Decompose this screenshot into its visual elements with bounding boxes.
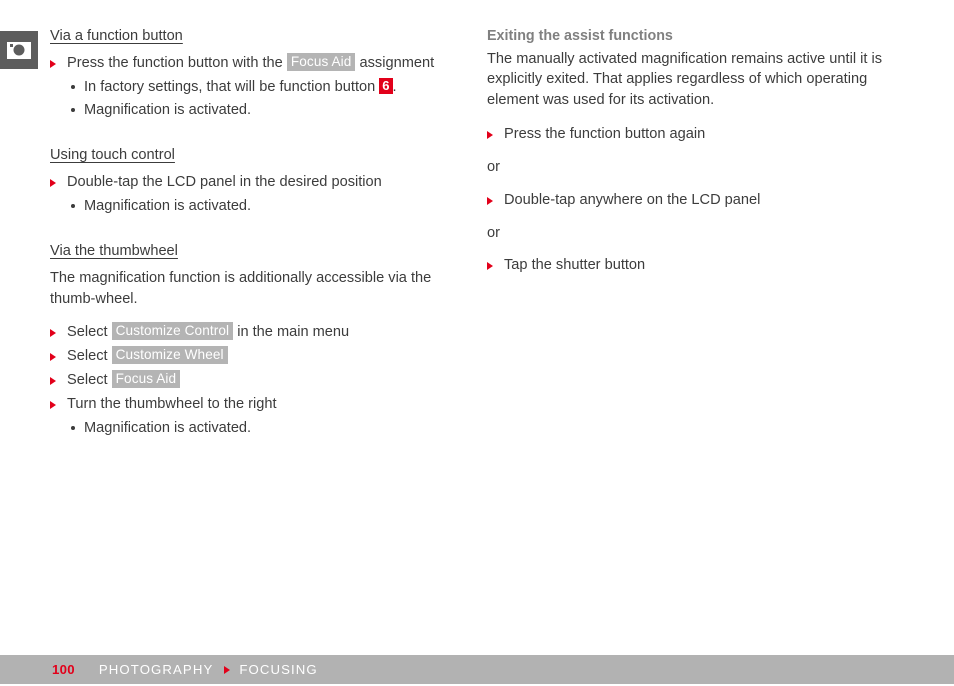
subitem-factory-setting: In factory settings, that will be functi… <box>50 77 462 99</box>
step-double-tap-lcd: Double-tap the LCD panel in the desired … <box>50 172 462 194</box>
manual-page: Via a function button Press the function… <box>0 0 954 655</box>
footer-chapter-label: PHOTOGRAPHY <box>98 662 214 677</box>
step-spacer <box>487 214 917 223</box>
step-press-function-button: Press the function button with the Focus… <box>50 53 462 75</box>
subitem-magnification-activated-2: Magnification is activated. <box>50 196 462 218</box>
step-spacer <box>487 148 917 157</box>
step-select-focus-aid: Select Focus Aid <box>50 370 462 392</box>
right-column: Exiting the assist functions The manuall… <box>487 26 917 279</box>
paragraph-thumbwheel: The magnification function is additional… <box>50 269 432 307</box>
step-text: Press the function button again <box>504 125 706 142</box>
step-select-customize-wheel: Select Customize Wheel <box>50 346 462 368</box>
function-button-badge-6: 6 <box>379 78 393 95</box>
or-separator-2: or <box>487 224 500 241</box>
step-text: Tap the shutter button <box>504 257 646 274</box>
subitem-magnification-activated-3: Magnification is activated. <box>50 418 462 440</box>
heading-exiting-assist-functions: Exiting the assist functions <box>487 28 673 44</box>
triangle-bullet-icon <box>487 196 493 205</box>
step-text-prefix: Select <box>67 324 112 341</box>
subitem-magnification-activated-1: Magnification is activated. <box>50 100 462 122</box>
step-text-prefix: Select <box>67 372 112 389</box>
triangle-bullet-icon <box>50 401 56 410</box>
subitem-text-prefix: In factory settings, that will be functi… <box>84 79 380 96</box>
dot-bullet-icon <box>71 107 75 112</box>
menu-badge-focus-aid-2: Focus Aid <box>111 370 181 388</box>
step-double-tap-anywhere: Double-tap anywhere on the LCD panel <box>487 190 917 212</box>
menu-badge-customize-control: Customize Control <box>111 322 234 340</box>
step-spacer <box>487 246 917 255</box>
step-turn-thumbwheel: Turn the thumbwheel to the right <box>50 394 462 416</box>
step-text: Turn the thumbwheel to the right <box>67 396 277 413</box>
footer-page-number: 100 <box>52 662 75 677</box>
triangle-bullet-icon <box>50 377 56 386</box>
triangle-bullet-icon <box>50 178 56 187</box>
triangle-bullet-icon <box>50 60 56 69</box>
step-press-function-button-again: Press the function button again <box>487 124 917 146</box>
step-text-prefix: Select <box>67 348 112 365</box>
camera-flash-shape <box>9 43 13 47</box>
subitem-text: Magnification is activated. <box>84 101 252 118</box>
subitem-text-suffix: . <box>392 79 397 96</box>
triangle-bullet-icon <box>50 329 56 338</box>
step-text-prefix: Press the function button with the <box>67 55 287 72</box>
dot-bullet-icon <box>71 203 75 208</box>
step-text: Double-tap anywhere on the LCD panel <box>504 191 761 208</box>
dot-bullet-icon <box>71 425 75 430</box>
paragraph-exiting: The manually activated magnification rem… <box>487 50 883 109</box>
dot-bullet-icon <box>71 85 75 90</box>
breadcrumb-arrow-icon <box>224 665 231 674</box>
triangle-bullet-icon <box>487 130 493 139</box>
triangle-bullet-icon <box>487 262 493 271</box>
step-text-suffix: in the main menu <box>233 324 350 341</box>
menu-badge-customize-wheel: Customize Wheel <box>111 346 228 364</box>
triangle-bullet-icon <box>50 353 56 362</box>
step-text: Double-tap the LCD panel in the desired … <box>67 173 382 190</box>
step-tap-shutter-button: Tap the shutter button <box>487 255 917 277</box>
or-separator-1: or <box>487 158 500 175</box>
page-footer: 100 PHOTOGRAPHY FOCUSING <box>0 655 954 684</box>
menu-badge-focus-aid: Focus Aid <box>286 53 356 71</box>
step-text-suffix: assignment <box>355 55 435 72</box>
step-select-customize-control: Select Customize Control in the main men… <box>50 322 462 344</box>
camera-icon <box>0 31 38 69</box>
heading-via-the-thumbwheel: Via the thumbwheel <box>50 242 178 259</box>
step-spacer <box>487 181 917 190</box>
heading-using-touch-control: Using touch control <box>50 146 175 163</box>
left-column: Via a function button Press the function… <box>50 26 462 441</box>
footer-section-label: FOCUSING <box>239 662 318 677</box>
camera-lens-shape <box>13 44 25 56</box>
camera-body-shape <box>7 41 31 59</box>
subitem-text: Magnification is activated. <box>84 197 252 214</box>
subitem-text: Magnification is activated. <box>84 419 252 436</box>
heading-via-function-button: Via a function button <box>50 28 183 44</box>
